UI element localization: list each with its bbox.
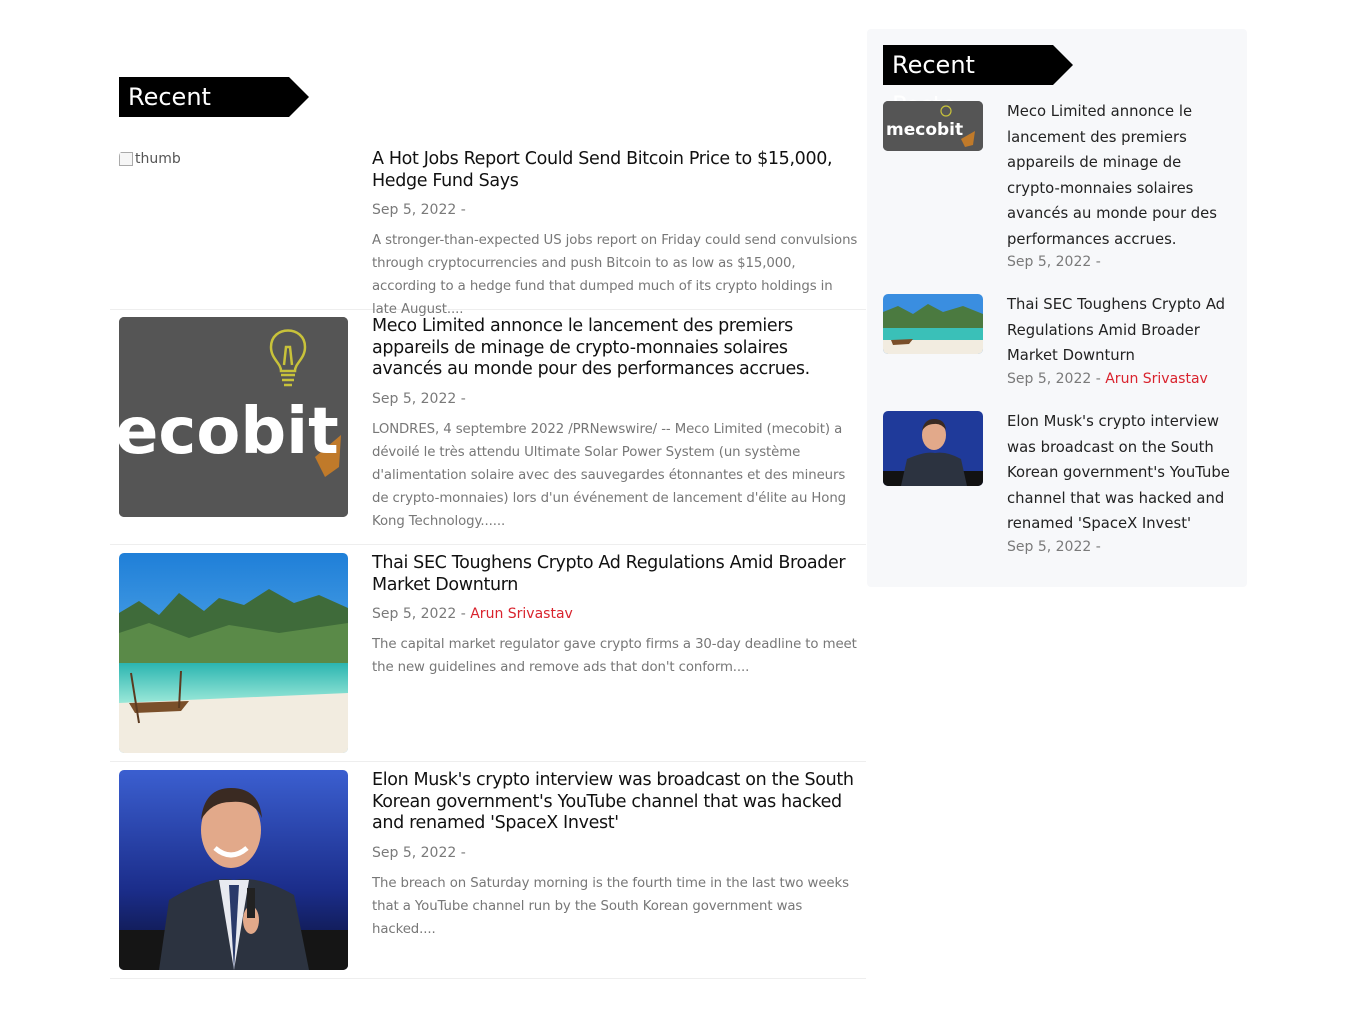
post-date: Sep 5, 2022 - <box>1007 370 1101 387</box>
post-meta: Sep 5, 2022 - <box>372 391 858 407</box>
svg-text:mecobit: mecobit <box>886 120 963 140</box>
post-excerpt: The breach on Saturday morning is the fo… <box>372 875 849 937</box>
post-thumbnail-elon[interactable] <box>119 770 348 970</box>
mecobit-logo-image: ecobit <box>119 317 348 517</box>
elon-musk-photo <box>119 770 348 970</box>
sidebar-post-meta: Sep 5, 2022 - Arun Srivastav <box>1007 371 1237 387</box>
post-author-link[interactable]: Arun Srivastav <box>470 606 573 622</box>
beach-image <box>883 294 983 354</box>
sidebar-post-item: mecobit Meco Limited annonce le lancemen… <box>883 101 1243 281</box>
post-excerpt: The capital market regulator gave crypto… <box>372 637 857 675</box>
post-title[interactable]: A Hot Jobs Report Could Send Bitcoin Pri… <box>372 149 858 192</box>
sidebar-thumbnail-beach[interactable] <box>883 294 983 354</box>
sidebar-post-title[interactable]: Meco Limited annonce le lancement des pr… <box>1007 99 1237 252</box>
post-item: Elon Musk's crypto interview was broadca… <box>110 762 866 979</box>
sidebar-post-title[interactable]: Thai SEC Toughens Crypto Ad Regulations … <box>1007 292 1237 369</box>
post-title[interactable]: Thai SEC Toughens Crypto Ad Regulations … <box>372 553 858 596</box>
post-date: Sep 5, 2022 - <box>372 844 466 861</box>
beach-image <box>119 553 348 753</box>
svg-text:ecobit: ecobit <box>119 395 339 469</box>
post-meta: Sep 5, 2022 - Arun Srivastav <box>372 606 858 622</box>
post-excerpt: LONDRES, 4 septembre 2022 /PRNewswire/ -… <box>372 421 847 529</box>
sidebar-recent-posts: Recent Posts mecobit Meco Limited annonc… <box>867 29 1247 587</box>
post-thumbnail-broken[interactable]: thumb <box>119 151 348 181</box>
mecobit-logo-image: mecobit <box>883 101 983 151</box>
post-item: thumb A Hot Jobs Report Could Send Bitco… <box>110 147 866 317</box>
broken-image-icon <box>119 152 133 166</box>
post-thumbnail-beach[interactable] <box>119 553 348 753</box>
elon-musk-photo <box>883 411 983 486</box>
post-title[interactable]: Meco Limited annonce le lancement des pr… <box>372 316 858 381</box>
post-date: Sep 5, 2022 - <box>372 606 466 622</box>
post-title[interactable]: Elon Musk's crypto interview was broadca… <box>372 770 858 835</box>
post-date: Sep 5, 2022 - <box>1007 538 1101 555</box>
post-thumbnail-mecobit[interactable]: ecobit <box>119 317 348 517</box>
post-item: Thai SEC Toughens Crypto Ad Regulations … <box>110 545 866 762</box>
main-section-heading: Recent Posts <box>119 77 309 151</box>
sidebar-post-item: Elon Musk's crypto interview was broadca… <box>883 411 1243 571</box>
sidebar-post-title[interactable]: Elon Musk's crypto interview was broadca… <box>1007 409 1237 537</box>
sidebar-thumbnail-mecobit[interactable]: mecobit <box>883 101 983 151</box>
post-date: Sep 5, 2022 - <box>372 202 466 218</box>
post-date: Sep 5, 2022 - <box>1007 254 1101 270</box>
sidebar-post-meta: Sep 5, 2022 - <box>1007 254 1237 270</box>
post-meta: Sep 5, 2022 - <box>372 202 858 218</box>
post-meta: Sep 5, 2022 - <box>372 845 858 861</box>
post-date: Sep 5, 2022 - <box>372 390 466 407</box>
sidebar-post-item: Thai SEC Toughens Crypto Ad Regulations … <box>883 294 1243 394</box>
sidebar-heading: Recent Posts <box>883 45 1073 119</box>
sidebar-thumbnail-elon[interactable] <box>883 411 983 486</box>
post-item: ecobit Meco Limited annonce le lancement… <box>110 310 866 545</box>
post-author-link[interactable]: Arun Srivastav <box>1105 371 1208 387</box>
sidebar-post-meta: Sep 5, 2022 - <box>1007 539 1237 555</box>
post-excerpt: A stronger-than-expected US jobs report … <box>372 233 858 317</box>
